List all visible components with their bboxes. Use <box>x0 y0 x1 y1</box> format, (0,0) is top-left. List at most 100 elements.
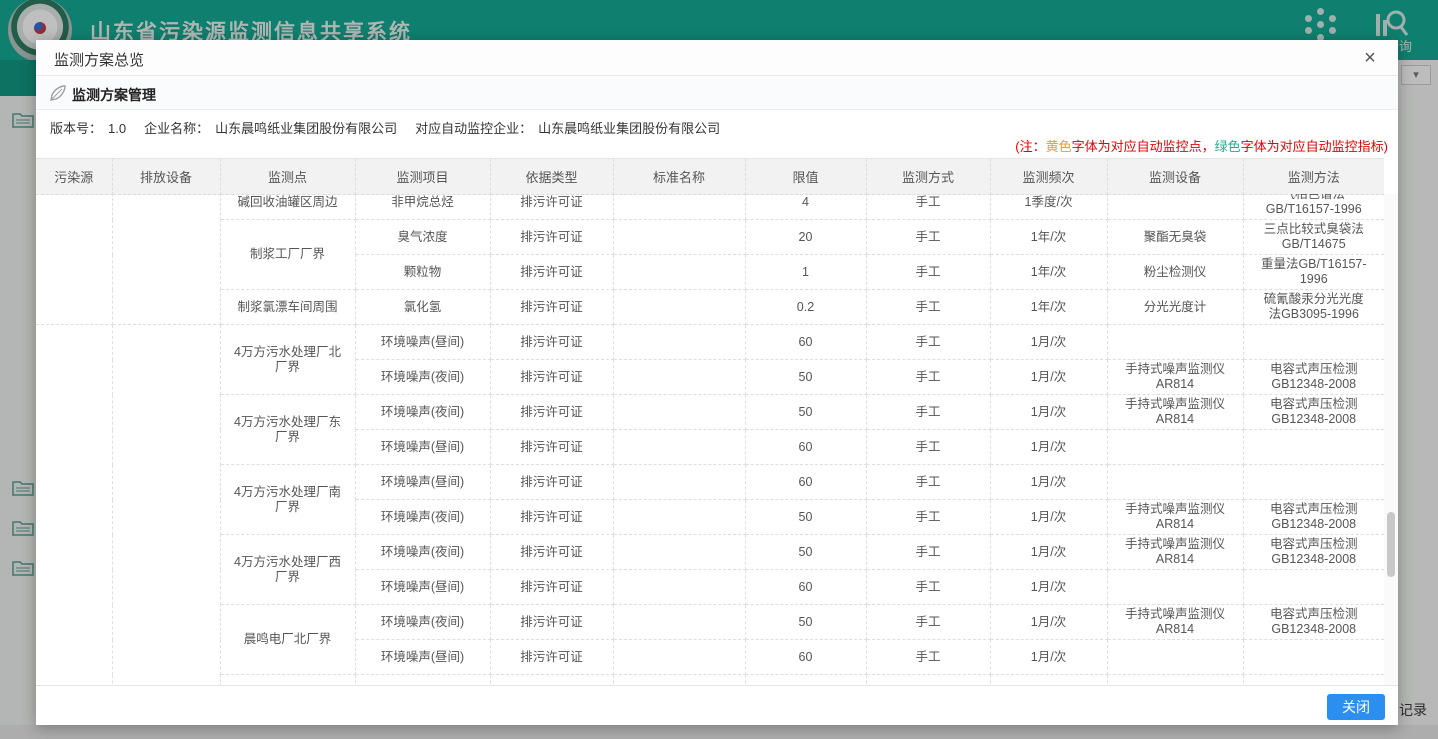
table-cell: 1年/次 <box>990 220 1107 255</box>
table-cell: 1月/次 <box>990 430 1107 465</box>
table-cell: 硫氰酸汞分光光度 法GB3095-1996 <box>1243 290 1384 325</box>
column-header: 标准名称 <box>613 159 745 195</box>
column-header: 监测点 <box>220 159 355 195</box>
table-cell: 手工 <box>866 395 990 430</box>
monitor-point-cell: 制浆工厂厂界 <box>220 220 355 290</box>
pollutant-cell <box>36 325 112 686</box>
table-cell: 50 <box>745 605 866 640</box>
table-cell: 1月/次 <box>990 535 1107 570</box>
table-cell <box>613 675 745 686</box>
close-button[interactable]: 关闭 <box>1327 694 1385 720</box>
column-header: 监测方式 <box>866 159 990 195</box>
table-cell: 排污许可证 <box>490 570 613 605</box>
table-cell <box>1243 640 1384 675</box>
table-cell: 手持式噪声监测仪 AR814 <box>1107 500 1243 535</box>
table-cell: 手持式噪声监测仪 AR814 <box>1107 395 1243 430</box>
table-cell: 电容式声压检测 GB12348-2008 <box>1243 395 1384 430</box>
table-cell: 手工 <box>866 500 990 535</box>
table-cell: 手工 <box>866 430 990 465</box>
modal-footer: 关闭 <box>36 685 1398 725</box>
table-cell <box>355 675 490 686</box>
table-cell <box>1243 430 1384 465</box>
table-cell: 20 <box>745 220 866 255</box>
plan-table-header-row: 污染源排放设备监测点监测项目依据类型标准名称限值监测方式监测频次监测设备监测方法 <box>36 159 1384 195</box>
table-cell <box>613 640 745 675</box>
table-row: 制浆氯漂车间周围氯化氢排污许可证0.2手工1年/次分光光度计硫氰酸汞分光光度 法… <box>36 290 1384 325</box>
table-cell <box>613 500 745 535</box>
monitor-point-cell: 晨鸣电厂北厂界 <box>220 605 355 675</box>
table-cell <box>866 675 990 686</box>
table-cell: 环境噪声(昼间) <box>355 570 490 605</box>
table-cell: 60 <box>745 465 866 500</box>
table-row: 4万方污水处理厂北 厂界环境噪声(昼间)排污许可证60手工1月/次 <box>36 325 1384 360</box>
table-cell: 1年/次 <box>990 255 1107 290</box>
table-cell: 排污许可证 <box>490 640 613 675</box>
equipment-cell <box>112 194 220 325</box>
table-cell <box>613 325 745 360</box>
table-cell <box>1107 640 1243 675</box>
screen: 山东省污染源监测信息共享系统 查询 ▾ <box>0 0 1438 739</box>
company-label: 企业名称： <box>144 121 209 136</box>
table-cell: 排污许可证 <box>490 535 613 570</box>
table-cell <box>1107 430 1243 465</box>
monitor-point-cell: 4万方污水处理厂西 厂界 <box>220 535 355 605</box>
table-cell <box>613 220 745 255</box>
table-cell: 排污许可证 <box>490 500 613 535</box>
table-cell: 1月/次 <box>990 465 1107 500</box>
table-cell: 手工 <box>866 325 990 360</box>
table-cell: 排污许可证 <box>490 605 613 640</box>
table-cell: 60 <box>745 570 866 605</box>
section-title: 监测方案管理 <box>72 85 156 105</box>
plan-table-viewport: 碱回收油罐区周边非甲烷总烃排污许可证4手工1季度/次气相色谱法 GB/T1615… <box>36 194 1384 685</box>
table-cell: 排污许可证 <box>490 430 613 465</box>
table-cell: 手工 <box>866 290 990 325</box>
table-cell: 分光光度计 <box>1107 290 1243 325</box>
table-cell: 60 <box>745 640 866 675</box>
table-cell: 手持式噪声监测仪 AR814 <box>1107 605 1243 640</box>
table-cell: 50 <box>745 500 866 535</box>
table-cell: 环境噪声(夜间) <box>355 360 490 395</box>
section-header: 监测方案管理 <box>36 77 1398 110</box>
table-cell: 手工 <box>866 570 990 605</box>
table-cell: 1月/次 <box>990 570 1107 605</box>
table-cell <box>1107 325 1243 360</box>
version-value: 1.0 <box>108 121 126 136</box>
monitor-point-cell: 4万方污水处理厂北 厂界 <box>220 325 355 395</box>
table-cell: 粉尘检测仪 <box>1107 255 1243 290</box>
table-cell: 电容式声压检测 <box>1243 675 1384 686</box>
table-cell: 排污许可证 <box>490 194 613 220</box>
table-cell: 电容式声压检测 GB12348-2008 <box>1243 500 1384 535</box>
table-cell: 50 <box>745 535 866 570</box>
table-cell <box>990 675 1107 686</box>
table-cell: 手工 <box>866 640 990 675</box>
plan-table-body: 碱回收油罐区周边非甲烷总烃排污许可证4手工1季度/次气相色谱法 GB/T1615… <box>36 194 1384 685</box>
table-cell: 三点比较式臭袋法 GB/T14675 <box>1243 220 1384 255</box>
table-scrollbar[interactable] <box>1384 194 1398 685</box>
table-row: 晨鸣电厂北厂界环境噪声(夜间)排污许可证50手工1月/次手持式噪声监测仪 AR8… <box>36 605 1384 640</box>
table-cell <box>1107 570 1243 605</box>
monitor-point-cell <box>220 675 355 686</box>
feather-pen-icon <box>49 84 67 102</box>
scrollbar-thumb[interactable] <box>1387 512 1395 577</box>
table-cell: 气相色谱法 GB/T16157-1996 <box>1243 194 1384 220</box>
table-cell <box>613 605 745 640</box>
color-legend-note: (注：黄色字体为对应自动监控点，绿色字体为对应自动监控指标) <box>1015 136 1388 155</box>
version-label: 版本号： <box>50 121 102 136</box>
table-cell: 排污许可证 <box>490 360 613 395</box>
company-value: 山东晨鸣纸业集团股份有限公司 <box>215 121 397 136</box>
table-cell <box>1243 570 1384 605</box>
note-yellow: 黄色 <box>1046 139 1072 154</box>
close-icon[interactable]: × <box>1357 45 1383 71</box>
table-cell: 排污许可证 <box>490 220 613 255</box>
table-cell: 电容式声压检测 GB12348-2008 <box>1243 535 1384 570</box>
table-cell: 1月/次 <box>990 360 1107 395</box>
table-cell: 环境噪声(昼间) <box>355 430 490 465</box>
note-green: 绿色 <box>1215 139 1241 154</box>
table-row: 碱回收油罐区周边非甲烷总烃排污许可证4手工1季度/次气相色谱法 GB/T1615… <box>36 194 1384 220</box>
table-cell <box>490 675 613 686</box>
table-cell: 4 <box>745 194 866 220</box>
table-cell: 非甲烷总烃 <box>355 194 490 220</box>
table-cell <box>745 675 866 686</box>
table-cell: 1月/次 <box>990 395 1107 430</box>
table-row: 4万方污水处理厂南 厂界环境噪声(昼间)排污许可证60手工1月/次 <box>36 465 1384 500</box>
